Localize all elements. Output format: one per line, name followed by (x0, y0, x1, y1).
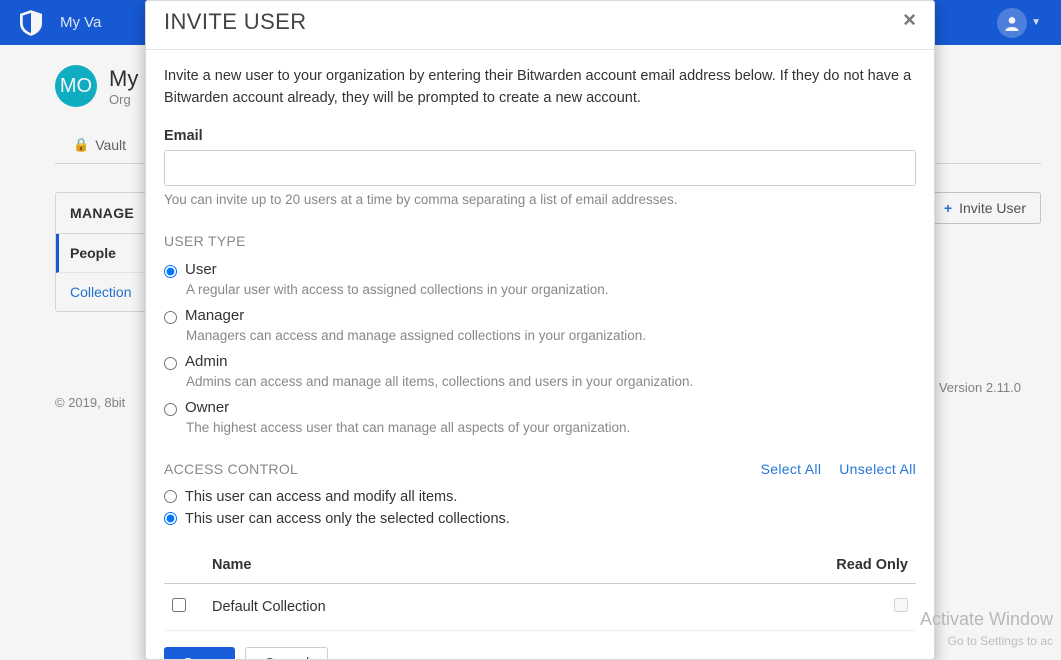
collections-table: Name Read Only Default Collection (164, 547, 916, 631)
collection-select-checkbox[interactable] (172, 598, 186, 612)
user-type-owner[interactable]: Owner (164, 399, 916, 416)
close-icon[interactable]: × (903, 9, 916, 31)
user-type-header: USER TYPE (164, 233, 916, 249)
user-type-manager[interactable]: Manager (164, 307, 916, 324)
save-button[interactable]: Save (164, 647, 235, 660)
modal-title: INVITE USER (164, 9, 307, 35)
access-control-header: ACCESS CONTROL (164, 461, 298, 477)
collection-name: Default Collection (204, 583, 816, 630)
user-type-manager-label: Manager (185, 307, 244, 324)
modal-intro-text: Invite a new user to your organization b… (164, 66, 916, 110)
modal-body: Invite a new user to your organization b… (146, 50, 934, 631)
user-type-admin-label: Admin (185, 353, 228, 370)
user-type-user-desc: A regular user with access to assigned c… (186, 282, 916, 297)
access-all-radio[interactable] (164, 490, 177, 503)
user-type-owner-radio[interactable] (164, 403, 177, 416)
user-type-user-label: User (185, 261, 217, 278)
invite-user-modal: INVITE USER × Invite a new user to your … (145, 0, 935, 660)
user-type-owner-desc: The highest access user that can manage … (186, 420, 916, 435)
collection-readonly-checkbox[interactable] (894, 598, 908, 612)
select-all-link[interactable]: Select All (761, 461, 822, 477)
access-selected-label: This user can access only the selected c… (185, 511, 510, 527)
modal-footer: Save Cancel (146, 631, 934, 660)
user-type-manager-desc: Managers can access and manage assigned … (186, 328, 916, 343)
user-type-admin[interactable]: Admin (164, 353, 916, 370)
email-label: Email (164, 128, 916, 144)
user-type-owner-label: Owner (185, 399, 229, 416)
access-selected-collections[interactable]: This user can access only the selected c… (164, 511, 916, 527)
email-input[interactable] (164, 150, 916, 186)
table-row: Default Collection (164, 583, 916, 630)
user-type-admin-radio[interactable] (164, 357, 177, 370)
cancel-button[interactable]: Cancel (245, 647, 328, 660)
col-readonly-header: Read Only (816, 547, 916, 584)
user-type-user[interactable]: User (164, 261, 916, 278)
access-all-items[interactable]: This user can access and modify all item… (164, 489, 916, 505)
email-help-text: You can invite up to 20 users at a time … (164, 192, 916, 207)
unselect-all-link[interactable]: Unselect All (839, 461, 916, 477)
user-type-admin-desc: Admins can access and manage all items, … (186, 374, 916, 389)
modal-header: INVITE USER × (146, 1, 934, 50)
user-type-user-radio[interactable] (164, 265, 177, 278)
col-name-header: Name (204, 547, 816, 584)
access-control-header-row: ACCESS CONTROL Select All Unselect All (164, 461, 916, 477)
access-selected-radio[interactable] (164, 512, 177, 525)
user-type-manager-radio[interactable] (164, 311, 177, 324)
access-all-label: This user can access and modify all item… (185, 489, 457, 505)
